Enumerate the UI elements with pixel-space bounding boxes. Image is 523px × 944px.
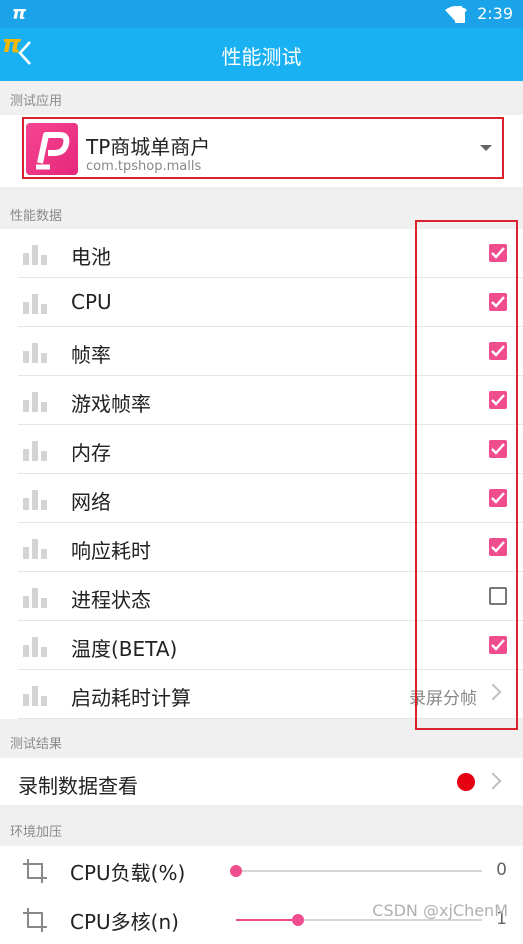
dropdown-arrow-icon[interactable] [480,145,492,151]
bar-chart-icon [22,439,48,461]
checkbox-checked[interactable] [489,244,507,262]
watermark: CSDN @xjChenM [372,901,508,920]
perf-label: 进程状态 [71,588,151,612]
app-card: TP商城单商户 com.tpshop.malls [0,115,523,187]
perf-label: 电池 [71,245,111,269]
section-header-perf: 性能数据 [10,209,63,224]
perf-label: 响应耗时 [71,539,151,563]
perf-value: 录屏分帧 [409,689,477,709]
bar-chart-icon [22,390,48,412]
checkbox-unchecked[interactable] [489,587,507,605]
slider-fill [236,919,298,921]
bar-chart-icon [22,586,48,608]
crop-icon [22,858,48,888]
slider-thumb[interactable] [230,865,242,877]
app-name: TP商城单商户 [86,135,211,159]
app-selector[interactable]: TP商城单商户 com.tpshop.malls [22,117,504,179]
env-label: CPU多核(n) [70,910,179,934]
perf-label: CPU [71,290,112,314]
perf-label: 启动耗时计算 [71,686,191,710]
perf-data-list: 电池 CPU 帧率游戏帧率内存网络响应耗时进程状态温度(BETA) 启动耗时计算 录屏分… [0,229,523,719]
perf-row[interactable]: 电池 [0,229,523,278]
perf-label: 温度(BETA) [71,637,178,661]
perf-row[interactable]: 游戏帧率 [0,376,523,425]
perf-row[interactable]: 进程状态 [0,572,523,621]
perf-row[interactable]: 启动耗时计算 录屏分帧 [0,670,523,719]
record-status-dot [457,773,475,791]
env-slider-row: CPU负载(%) 0 [0,846,523,895]
perf-label: 网络 [71,490,111,514]
bar-chart-icon [22,635,48,657]
slider-track[interactable] [230,865,482,877]
checkbox-checked[interactable] [489,293,507,311]
record-data-label: 录制数据查看 [18,774,138,798]
slider-thumb[interactable] [291,914,304,926]
app-package: com.tpshop.malls [86,159,202,174]
bar-chart-icon [22,684,48,706]
perf-label: 帧率 [71,343,111,367]
checkbox-checked[interactable] [489,440,507,458]
perf-label: 游戏帧率 [71,392,151,416]
perf-row[interactable]: 网络 [0,474,523,523]
bar-chart-icon [22,243,48,265]
perf-row[interactable]: 温度(BETA) [0,621,523,670]
bar-chart-icon [22,537,48,559]
env-value: 0 [496,860,507,880]
battery-icon [455,6,465,27]
perf-row[interactable]: CPU [0,278,523,327]
checkbox-checked[interactable] [489,538,507,556]
perf-row[interactable]: 帧率 [0,327,523,376]
checkbox-checked[interactable] [489,489,507,507]
checkbox-checked[interactable] [489,636,507,654]
env-label: CPU负载(%) [70,861,186,885]
app-icon [26,123,78,175]
chevron-right-icon [484,683,502,701]
checkbox-checked[interactable] [489,342,507,360]
section-header-env: 环境加压 [10,825,63,840]
section-header-app: 测试应用 [10,94,63,109]
perf-label: 内存 [71,441,111,465]
bar-chart-icon [22,488,48,510]
perf-row[interactable]: 响应耗时 [0,523,523,572]
status-time: 2:39 [477,4,513,23]
page-title: 性能测试 [221,45,302,69]
chevron-right-icon [484,772,502,790]
perf-row[interactable]: 内存 [0,425,523,474]
crop-icon [22,907,48,937]
divider [18,718,523,719]
app-bar: π 性能测试 [0,28,523,81]
record-data-row[interactable]: 录制数据查看 [0,758,523,805]
status-bar: π 2:39 [0,0,523,28]
section-header-results: 测试结果 [10,737,63,752]
bar-chart-icon [22,341,48,363]
app-status-icon: π [12,3,27,24]
bar-chart-icon [22,292,48,314]
checkbox-checked[interactable] [489,391,507,409]
